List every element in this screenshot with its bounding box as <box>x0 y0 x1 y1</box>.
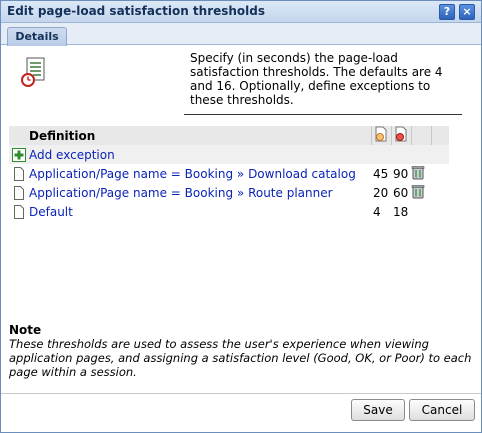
page-icon <box>14 185 24 200</box>
page-icon <box>14 166 24 181</box>
note-body: These thresholds are used to assess the … <box>9 337 472 379</box>
dialog-title: Edit page-load satisfaction thresholds <box>7 4 266 18</box>
add-icon[interactable] <box>12 147 26 162</box>
page-icon <box>14 204 24 219</box>
frustrated-threshold-icon <box>395 126 407 142</box>
edit-thresholds-dialog: Edit page-load satisfaction thresholds ?… <box>0 0 482 433</box>
row-actions <box>411 183 431 202</box>
help-icon[interactable]: ? <box>439 4 455 20</box>
definition-column-header: Definition <box>9 126 372 145</box>
tab-strip: Details <box>1 23 481 46</box>
frustrated-threshold-header <box>391 126 412 145</box>
exception-link[interactable]: Application/Page name = Booking » Route … <box>29 186 333 200</box>
close-icon[interactable]: × <box>459 4 475 20</box>
table-header-row: Definition <box>9 126 449 145</box>
add-exception-row: Add exception <box>9 145 449 164</box>
satisfied-threshold-icon <box>375 126 387 142</box>
delete-trash-icon[interactable] <box>411 165 425 180</box>
cancel-button[interactable]: Cancel <box>409 399 475 421</box>
description-divider <box>184 114 462 115</box>
save-button[interactable]: Save <box>351 399 405 421</box>
frustrated-threshold-value: 60 <box>393 185 409 200</box>
tab-details[interactable]: Details <box>7 27 67 46</box>
footer-divider <box>1 393 481 394</box>
satisfied-threshold-value: 4 <box>373 204 381 219</box>
thresholds-table: Definition Add exception Application/Pag… <box>9 126 449 221</box>
delete-trash-icon[interactable] <box>411 184 425 199</box>
dialog-titlebar: Edit page-load satisfaction thresholds ?… <box>1 1 481 23</box>
frustrated-threshold-value: 90 <box>393 166 409 181</box>
table-row: Application/Page name = Booking » Downlo… <box>9 164 449 183</box>
actions-column-header <box>411 126 432 145</box>
satisfied-threshold-value: 20 <box>373 185 389 200</box>
note-title: Note <box>9 323 42 337</box>
thresholds-description: Specify (in seconds) the page-load satis… <box>190 51 443 107</box>
spacer-column-header <box>431 126 449 145</box>
frustrated-threshold-value: 18 <box>393 204 409 219</box>
row-actions <box>411 202 431 221</box>
default-threshold-link[interactable]: Default <box>29 205 73 219</box>
document-timer-icon <box>21 57 45 87</box>
exception-link[interactable]: Application/Page name = Booking » Downlo… <box>29 167 356 181</box>
add-exception-link[interactable]: Add exception <box>29 148 115 162</box>
table-row: Default 4 18 <box>9 202 449 221</box>
satisfied-threshold-value: 45 <box>373 166 389 181</box>
row-actions <box>411 164 431 183</box>
table-row: Application/Page name = Booking » Route … <box>9 183 449 202</box>
satisfied-threshold-header <box>371 126 392 145</box>
